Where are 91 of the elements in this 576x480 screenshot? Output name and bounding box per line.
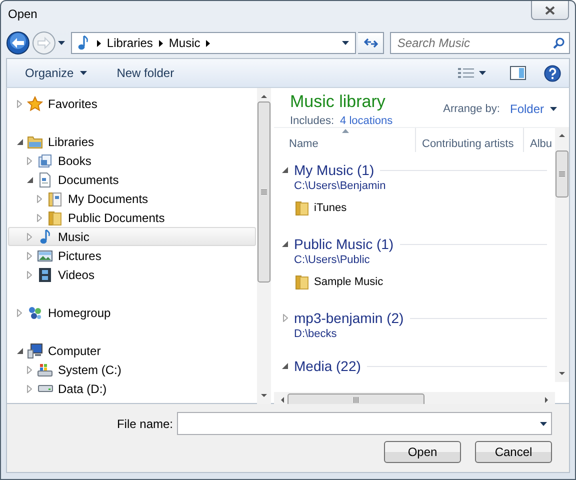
view-caret-icon — [479, 71, 486, 75]
group-header[interactable]: Media (22) — [282, 358, 547, 374]
dialog-button[interactable]: Cancel — [475, 441, 552, 463]
preview-pane-icon[interactable] — [510, 66, 526, 80]
folder-path: D:\becks — [294, 328, 338, 340]
folder-item[interactable]: iTunes — [292, 198, 349, 218]
tree-item[interactable]: Videos — [8, 265, 256, 284]
expanded-arrow-icon[interactable] — [26, 176, 32, 182]
tree-item[interactable]: Public Documents — [8, 208, 256, 227]
tree-item[interactable]: System (C:) — [8, 360, 256, 379]
dialog-button[interactable]: Open — [384, 441, 461, 463]
tree-item[interactable]: Data (D:) — [8, 379, 256, 398]
dropdown-arrow-icon — [540, 422, 547, 426]
tree-item[interactable]: Computer — [8, 341, 256, 360]
tree-item[interactable]: Documents — [8, 170, 256, 189]
folder-icon — [294, 274, 310, 290]
group-header[interactable]: mp3-benjamin (2) — [282, 310, 547, 326]
caret-icon — [80, 71, 87, 75]
library-folder-icon — [27, 134, 43, 150]
vertical-scrollbar[interactable] — [257, 88, 271, 404]
computer-icon — [27, 342, 43, 358]
tree-item[interactable]: Books — [8, 151, 256, 170]
document-folder-icon — [47, 190, 63, 206]
refresh-icon — [364, 37, 378, 49]
search-input[interactable]: Search Music — [397, 36, 553, 50]
picture-icon — [37, 248, 53, 264]
back-button[interactable] — [6, 31, 30, 55]
expanded-arrow-icon[interactable] — [16, 348, 22, 354]
tree-item[interactable]: Music — [8, 227, 256, 246]
locations-link[interactable]: 4 locations — [340, 115, 393, 127]
collapsed-arrow-icon[interactable] — [27, 270, 32, 278]
drive-icon — [38, 385, 53, 392]
folder-icon — [294, 200, 310, 216]
tree-item[interactable]: Pictures — [8, 246, 256, 265]
collapsed-arrow-icon[interactable] — [17, 308, 22, 316]
chevron-icon[interactable] — [96, 40, 101, 46]
breadcrumb[interactable]: Music — [168, 36, 200, 50]
film-icon — [37, 266, 53, 282]
toolbar-button[interactable]: Organize — [19, 63, 93, 83]
expanded-arrow-icon[interactable] — [282, 363, 288, 369]
refresh-button[interactable] — [358, 32, 384, 54]
expanded-arrow-icon[interactable] — [16, 138, 22, 144]
caret-icon — [550, 107, 557, 111]
tree-item[interactable]: Favorites — [8, 94, 256, 113]
help-icon[interactable] — [544, 64, 561, 82]
folder-icon — [47, 210, 63, 226]
collapsed-arrow-icon[interactable] — [37, 194, 42, 202]
group-header[interactable]: Public Music (1) — [282, 236, 547, 252]
tree-item[interactable]: Homegroup — [8, 303, 256, 322]
document-icon — [37, 172, 53, 188]
collapsed-arrow-icon[interactable] — [27, 232, 32, 240]
expanded-arrow-icon[interactable] — [282, 167, 288, 173]
collapsed-arrow-icon[interactable] — [27, 156, 32, 164]
homegroup-icon — [27, 304, 43, 320]
collapsed-arrow-icon[interactable] — [27, 366, 32, 374]
toolbar-button[interactable]: New folder — [110, 63, 180, 83]
chevron-icon[interactable] — [158, 40, 163, 46]
expanded-arrow-icon[interactable] — [282, 241, 288, 247]
chevron-icon[interactable] — [206, 40, 210, 46]
tree-item[interactable]: Libraries — [8, 132, 256, 151]
window-title: Open — [8, 7, 38, 21]
file-name-label: File name: — [116, 416, 173, 430]
close-button[interactable] — [531, 1, 569, 20]
folder-path: C:\Users\Public — [294, 254, 371, 266]
view-options-icon[interactable] — [457, 67, 475, 79]
vertical-scrollbar[interactable] — [555, 127, 569, 382]
breadcrumb[interactable]: Libraries — [106, 36, 153, 50]
group-header[interactable]: My Music (1) — [282, 162, 547, 178]
address-bar[interactable]: Libraries Music — [70, 32, 356, 54]
address-dropdown-icon — [342, 41, 350, 45]
folder-path: C:\Users\Benjamin — [294, 180, 387, 192]
collapsed-arrow-icon[interactable] — [17, 100, 22, 108]
arrange-label: Arrange by: — [443, 103, 500, 115]
sort-arrow-icon — [342, 129, 348, 133]
close-icon — [545, 6, 555, 14]
star-icon — [27, 96, 43, 112]
includes-label: Includes: — [290, 115, 334, 127]
history-caret-icon — [58, 41, 65, 45]
search-box[interactable]: Search Music — [390, 32, 570, 54]
collapsed-arrow-icon[interactable] — [282, 314, 288, 322]
books-icon — [37, 152, 53, 168]
collapsed-arrow-icon[interactable] — [27, 384, 32, 392]
search-icon[interactable] — [552, 37, 565, 49]
collapsed-arrow-icon[interactable] — [37, 214, 42, 222]
folder-item[interactable]: Sample Music — [292, 272, 386, 292]
tree-item[interactable]: My Documents — [8, 189, 256, 208]
system-drive-icon — [37, 362, 53, 378]
arrange-dropdown[interactable]: Folder — [510, 102, 557, 116]
library-title: Music library — [290, 92, 386, 112]
file-name-field[interactable] — [177, 412, 552, 435]
collapsed-arrow-icon[interactable] — [27, 252, 32, 260]
